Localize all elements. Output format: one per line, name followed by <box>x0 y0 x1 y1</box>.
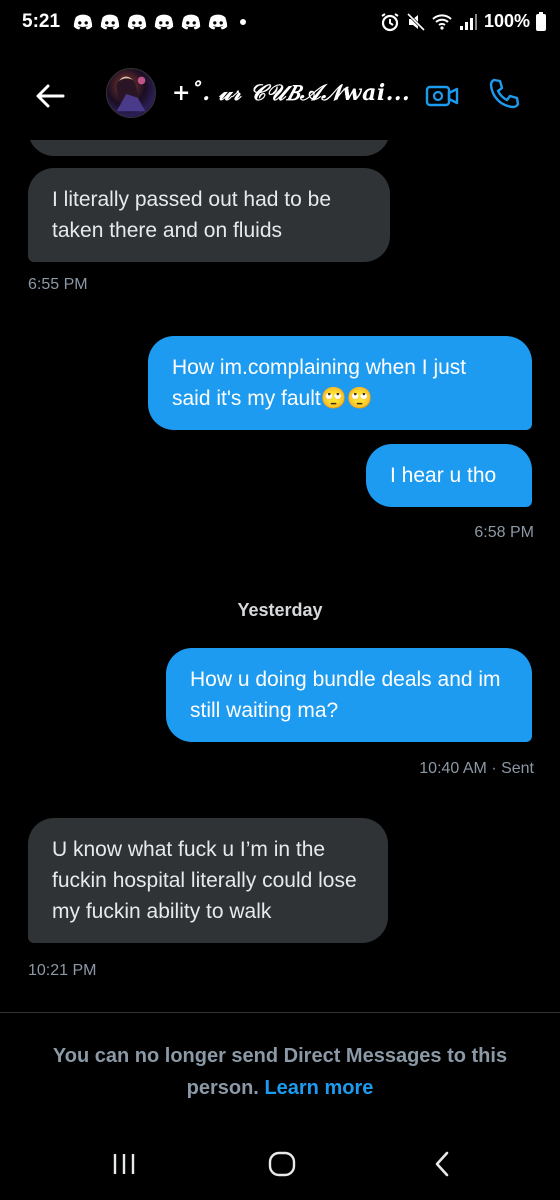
mute-icon <box>406 12 426 31</box>
signal-icon <box>459 13 477 30</box>
composer-divider <box>0 1012 560 1013</box>
message-text: I literally passed out had to be taken t… <box>52 188 332 242</box>
status-bar: 5:21 100% <box>0 0 560 48</box>
discord-icon <box>208 14 228 30</box>
message-text: I hear u tho <box>390 464 497 487</box>
message-bubble-outgoing[interactable]: I hear u tho <box>366 444 532 507</box>
status-time: 5:21 <box>22 11 61 32</box>
discord-icon <box>154 14 174 30</box>
recent-apps-icon <box>113 1154 135 1174</box>
back-arrow-icon <box>36 84 65 108</box>
message-bubble-incoming[interactable]: I literally passed out had to be taken t… <box>28 168 390 262</box>
phone-call-icon[interactable] <box>486 76 522 112</box>
back-button[interactable] <box>30 76 70 116</box>
avatar[interactable] <box>106 68 156 118</box>
message-bubble-outgoing[interactable]: How u doing bundle deals and im still wa… <box>166 648 532 742</box>
message-timestamp: 10:21 PM <box>28 962 97 979</box>
message-timestamp: 6:58 PM <box>474 524 534 541</box>
message-bubble-outgoing[interactable]: How im.complaining when I just said it's… <box>148 336 532 430</box>
message-text: How u doing bundle deals and im still wa… <box>190 668 501 722</box>
contact-name[interactable]: +˚. 𝓊𝓇 𝒞𝒰𝐵𝒜𝒩wai... <box>172 80 410 106</box>
avatar-image <box>116 76 146 112</box>
dm-restricted-notice: You can no longer send Direct Messages t… <box>20 1040 540 1104</box>
discord-icon <box>73 14 93 30</box>
wifi-icon <box>432 13 452 30</box>
recent-apps-button[interactable] <box>104 1144 144 1184</box>
notification-icons <box>72 12 246 32</box>
message-text: U know what fuck u I’m in the fuckin hos… <box>52 838 357 923</box>
system-navigation-bar <box>0 1130 560 1200</box>
message-text: How im.complaining when I just said it's… <box>172 356 467 410</box>
message-timestamp: 10:40 AM · Sent <box>419 760 534 777</box>
home-icon <box>268 1151 296 1177</box>
back-nav-button[interactable] <box>422 1144 462 1184</box>
system-icons: 100% <box>380 11 546 32</box>
conversation-header: +˚. 𝓊𝓇 𝒞𝒰𝐵𝒜𝒩wai... <box>0 52 560 140</box>
discord-icon <box>127 14 147 30</box>
home-button[interactable] <box>262 1144 302 1184</box>
day-separator: Yesterday <box>237 600 323 620</box>
more-notifications-dot <box>240 19 246 25</box>
learn-more-link[interactable]: Learn more <box>264 1077 373 1099</box>
message-timestamp: 6:55 PM <box>28 276 88 293</box>
battery-icon <box>536 12 546 31</box>
message-bubble-incoming[interactable]: U know what fuck u I’m in the fuckin hos… <box>28 818 388 943</box>
alarm-icon <box>381 12 399 31</box>
discord-icon <box>181 14 201 30</box>
video-call-icon[interactable] <box>424 78 460 114</box>
discord-icon <box>100 14 120 30</box>
battery-level: 100% <box>483 11 530 31</box>
back-chevron-icon <box>435 1151 449 1177</box>
